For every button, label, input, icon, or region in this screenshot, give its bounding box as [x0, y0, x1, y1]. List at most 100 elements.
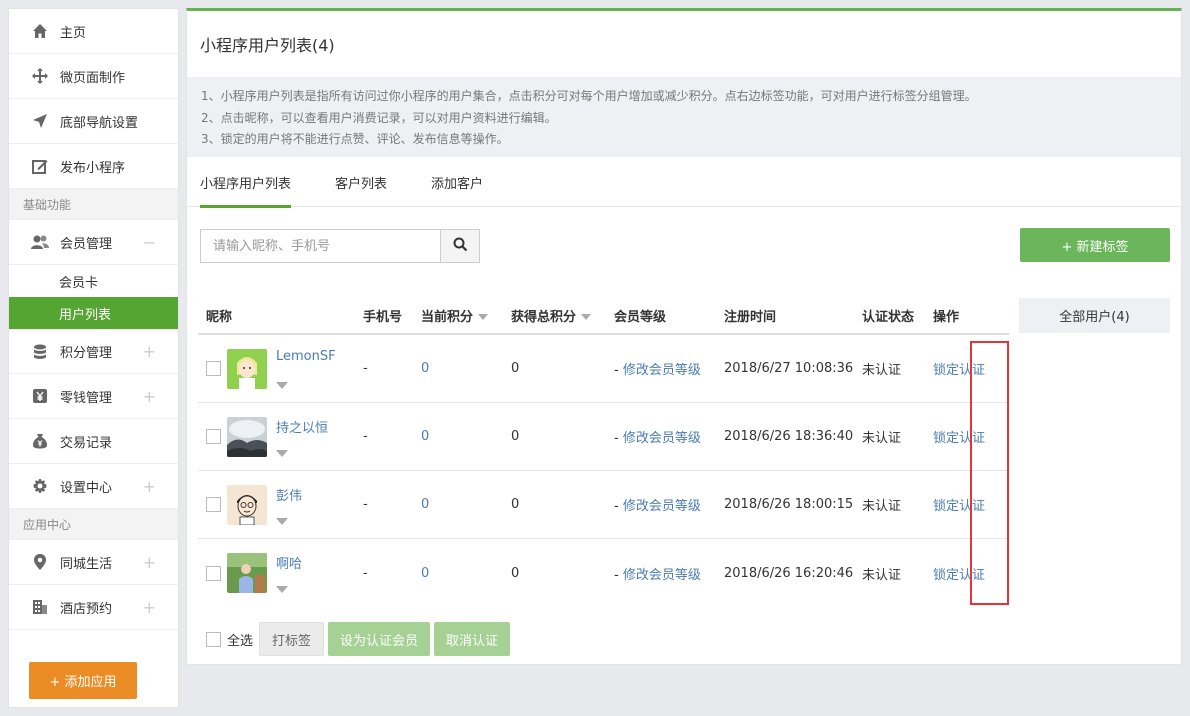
- nav-label: 主页: [60, 25, 87, 41]
- nav-item-city-life[interactable]: 同城生活 +: [9, 540, 178, 585]
- set-verified-button[interactable]: 设为认证会员: [328, 622, 431, 656]
- total-points-cell: 0: [511, 565, 520, 581]
- page-title: 小程序用户列表(4): [200, 36, 335, 55]
- points-link[interactable]: 0: [421, 566, 429, 581]
- points-link[interactable]: 0: [421, 429, 429, 444]
- tab-bar: 小程序用户列表 客户列表 添加客户: [187, 157, 1181, 208]
- table-row: LemonSF - 0 0 - 修改会员等级 2018/6/27 10:08:3…: [198, 335, 1009, 403]
- expand-icon[interactable]: +: [143, 342, 156, 361]
- verify-link[interactable]: 认证: [959, 495, 985, 514]
- nav-label: 微页面制作: [60, 70, 126, 86]
- section-apps-title: 应用中心: [9, 509, 178, 540]
- tag-dropdown-icon[interactable]: [276, 449, 288, 457]
- reg-time-cell: 2018/6/26 16:20:46: [724, 565, 854, 581]
- expand-icon[interactable]: +: [143, 387, 156, 406]
- money-bag-icon: [31, 432, 49, 450]
- col-reg-time: 注册时间: [724, 309, 777, 325]
- avatar: [227, 348, 267, 389]
- expand-icon[interactable]: +: [143, 553, 156, 572]
- nav-item-transactions[interactable]: 交易记录: [9, 419, 178, 464]
- table-row: 持之以恒 - 0 0 - 修改会员等级 2018/6/26 18:36:40 未…: [198, 403, 1009, 471]
- nav-item-publish[interactable]: 发布小程序: [9, 144, 178, 189]
- row-checkbox[interactable]: [206, 565, 221, 581]
- nav-label: 积分管理: [60, 346, 113, 361]
- notice-box: 1、小程序用户列表是指所有访问过你小程序的用户集合，点击积分可对每个用户增加或减…: [187, 77, 1181, 157]
- tab-mini-program-users[interactable]: 小程序用户列表: [200, 157, 292, 208]
- level-prefix: -: [614, 499, 623, 514]
- nav-label: 会员管理: [60, 236, 113, 252]
- nav-item-settings[interactable]: 设置中心 +: [9, 464, 178, 509]
- nav-item-wallet[interactable]: 零钱管理 +: [9, 374, 178, 419]
- nav-item-home[interactable]: 主页: [9, 9, 178, 54]
- phone-cell: -: [363, 429, 368, 444]
- verify-link[interactable]: 认证: [959, 564, 985, 583]
- nav-item-bottom-nav[interactable]: 底部导航设置: [9, 99, 178, 144]
- cancel-verify-button[interactable]: 取消认证: [434, 622, 511, 656]
- auth-status-cell: 未认证: [862, 499, 902, 514]
- tab-customer-list[interactable]: 客户列表: [335, 157, 387, 207]
- lock-link[interactable]: 锁定: [933, 495, 959, 514]
- row-checkbox[interactable]: [206, 361, 221, 376]
- nav-item-hotel[interactable]: 酒店预约 +: [9, 585, 178, 630]
- level-prefix: -: [614, 363, 623, 378]
- edit-level-link[interactable]: 修改会员等级: [623, 568, 701, 583]
- notice-line: 2、点击昵称，可以查看用户消费记录，可以对用户资料进行编辑。: [201, 110, 557, 125]
- tag-dropdown-icon[interactable]: [276, 586, 288, 593]
- edit-level-link[interactable]: 修改会员等级: [623, 431, 701, 446]
- user-table: 昵称 手机号 当前积分 获得总积分 会员等级 注册时间 认证状态 操作 Lemo…: [198, 297, 1009, 607]
- nav-label: 同城生活: [60, 556, 113, 572]
- notice-line: 1、小程序用户列表是指所有访问过你小程序的用户集合，点击积分可对每个用户增加或减…: [201, 89, 977, 103]
- level-prefix: -: [614, 567, 623, 583]
- nickname-link[interactable]: 啊哈: [276, 553, 302, 572]
- collapse-icon[interactable]: −: [143, 233, 156, 252]
- points-link[interactable]: 0: [421, 361, 429, 376]
- points-link[interactable]: 0: [421, 497, 429, 512]
- nav-item-page-builder[interactable]: 微页面制作: [9, 54, 178, 99]
- nickname-link[interactable]: 彭伟: [276, 485, 302, 504]
- sub-item-user-list[interactable]: 用户列表: [9, 297, 178, 329]
- section-basic-title: 基础功能: [9, 189, 178, 220]
- reg-time-cell: 2018/6/26 18:36:40: [724, 429, 854, 444]
- edit-level-link[interactable]: 修改会员等级: [623, 499, 701, 514]
- lock-link[interactable]: 锁定: [933, 427, 959, 446]
- nickname-link[interactable]: 持之以恒: [276, 417, 328, 436]
- gear-icon: [31, 477, 49, 495]
- search-icon: [453, 237, 468, 256]
- verify-link[interactable]: 认证: [959, 427, 985, 446]
- col-nickname: 昵称: [206, 309, 233, 325]
- nav-item-points[interactable]: 积分管理 +: [9, 329, 178, 374]
- row-checkbox[interactable]: [206, 497, 221, 512]
- phone-cell: -: [363, 497, 368, 512]
- tag-button[interactable]: 打标签: [259, 622, 325, 656]
- tag-dropdown-icon[interactable]: [276, 517, 288, 525]
- expand-icon[interactable]: +: [143, 477, 156, 496]
- nav-label: 酒店预约: [60, 601, 113, 617]
- search-input[interactable]: [201, 230, 440, 262]
- search-button[interactable]: [440, 230, 479, 262]
- col-total-points[interactable]: 获得总积分: [511, 306, 614, 325]
- all-users-filter[interactable]: 全部用户(4): [1019, 298, 1170, 333]
- lock-link[interactable]: 锁定: [933, 359, 959, 378]
- nav-label: 零钱管理: [60, 390, 113, 406]
- expand-icon[interactable]: +: [143, 598, 156, 617]
- tag-dropdown-icon[interactable]: [276, 381, 288, 389]
- new-tag-button[interactable]: + 新建标签: [1020, 228, 1170, 262]
- col-auth-status: 认证状态: [862, 309, 915, 325]
- lock-link[interactable]: 锁定: [933, 564, 959, 583]
- auth-status-cell: 未认证: [862, 363, 902, 378]
- edit-icon: [31, 157, 49, 175]
- tab-add-customer[interactable]: 添加客户: [431, 157, 483, 207]
- row-checkbox[interactable]: [206, 429, 221, 444]
- select-all-checkbox[interactable]: [206, 631, 221, 647]
- table-row: 彭伟 - 0 0 - 修改会员等级 2018/6/26 18:00:15 未认证…: [198, 471, 1009, 539]
- main-panel: 小程序用户列表(4) 1、小程序用户列表是指所有访问过你小程序的用户集合，点击积…: [186, 8, 1182, 665]
- add-app-button[interactable]: + 添加应用: [29, 662, 137, 699]
- nickname-link[interactable]: LemonSF: [276, 349, 336, 364]
- select-all-label: 全选: [227, 633, 254, 649]
- col-points[interactable]: 当前积分: [421, 306, 511, 325]
- sort-icon: [581, 314, 592, 320]
- edit-level-link[interactable]: 修改会员等级: [623, 363, 701, 378]
- nav-item-member-manage[interactable]: 会员管理 −: [9, 220, 178, 265]
- sub-item-member-card[interactable]: 会员卡: [9, 265, 178, 297]
- verify-link[interactable]: 认证: [959, 359, 985, 378]
